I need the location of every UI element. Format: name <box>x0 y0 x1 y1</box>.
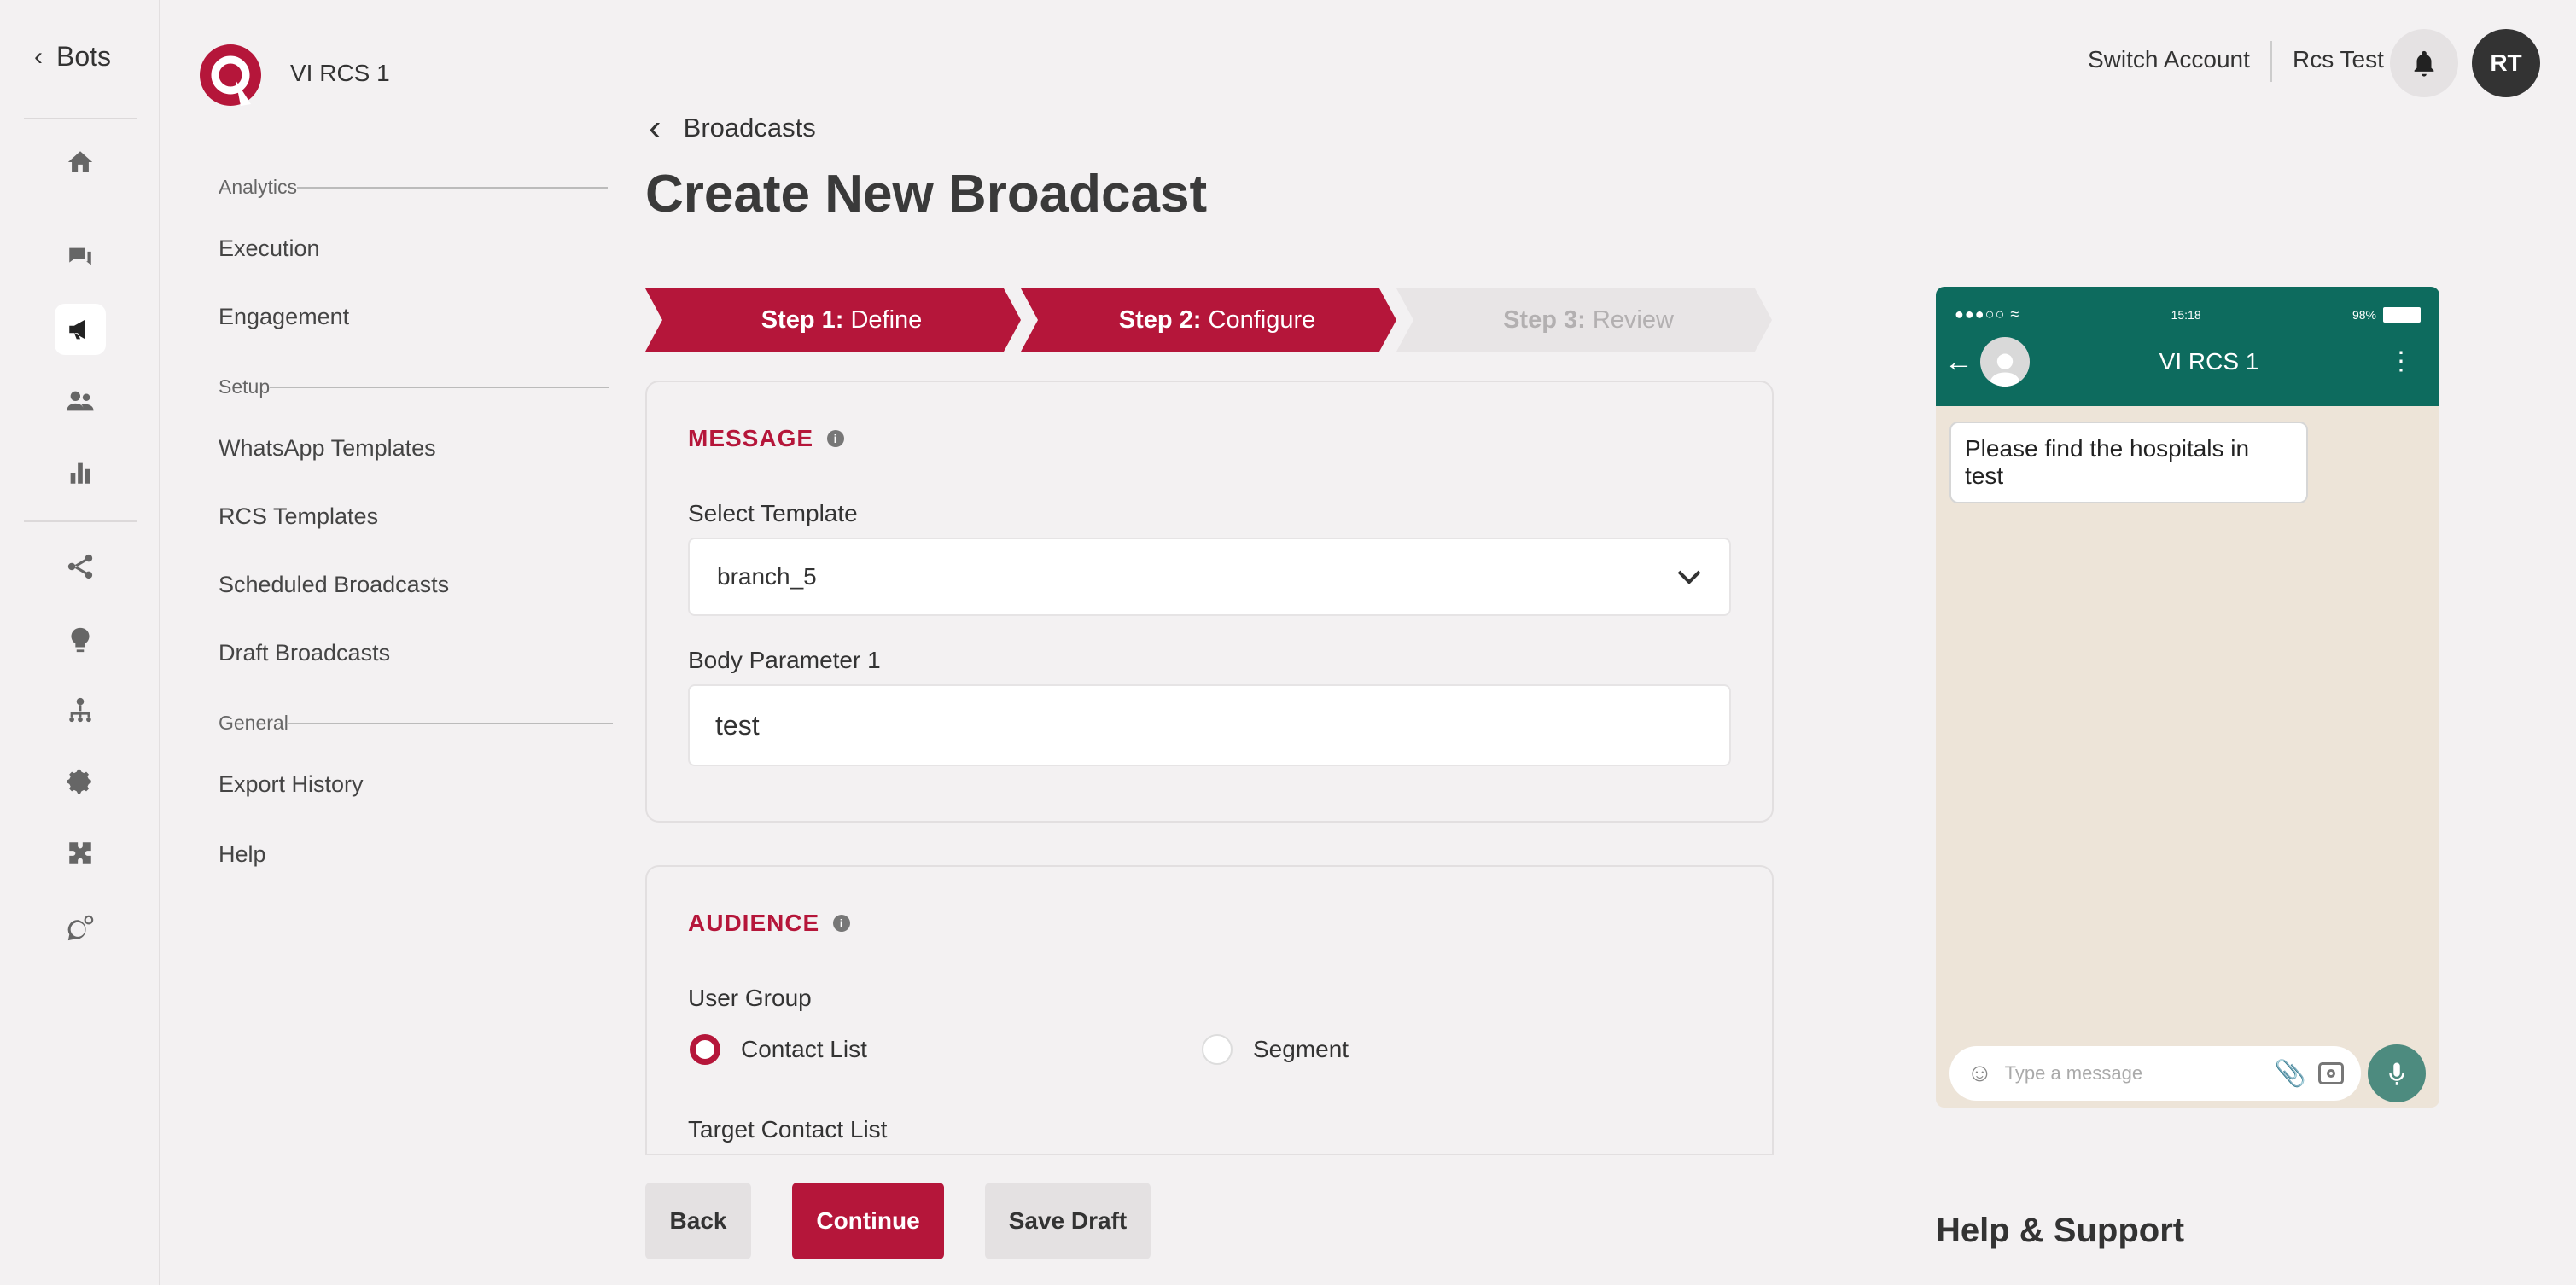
template-select[interactable]: branch_5 <box>688 538 1731 616</box>
rail-broadcast[interactable] <box>55 304 106 355</box>
broadcast-icon <box>69 319 85 340</box>
sidebar-item-whatsapp-templates[interactable]: WhatsApp Templates <box>219 435 436 462</box>
sidebar-item-engagement[interactable]: Engagement <box>219 304 349 330</box>
chat-input[interactable]: ☺ Type a message 📎 <box>1949 1046 2361 1101</box>
whatsapp-settings-icon <box>67 915 94 941</box>
notifications-button[interactable] <box>2390 29 2458 97</box>
arrow-left-icon[interactable]: ← <box>1944 346 1973 379</box>
bot-name: VI RCS 1 <box>290 60 390 86</box>
emoji-icon[interactable]: ☺ <box>1967 1059 1993 1088</box>
user-icon <box>1989 353 2021 387</box>
section-label-general: General <box>219 712 613 735</box>
sidebar-item-help[interactable]: Help <box>219 841 266 868</box>
info-icon[interactable]: i <box>833 915 851 932</box>
users-icon <box>67 391 94 411</box>
breadcrumb-label: Broadcasts <box>683 113 816 142</box>
rail-divider <box>24 520 137 522</box>
save-draft-button[interactable]: Save Draft <box>985 1183 1151 1259</box>
attachment-icon[interactable]: 📎 <box>2275 1059 2306 1089</box>
sidebar-item-rcs-templates[interactable]: RCS Templates <box>219 503 378 530</box>
body-param-input[interactable]: test <box>688 684 1731 766</box>
rail-users[interactable] <box>55 375 106 427</box>
chat-input-placeholder: Type a message <box>2004 1062 2143 1084</box>
signal-icon: ●●●○○ ≈ <box>1955 305 2020 323</box>
sidebar-item-execution[interactable]: Execution <box>219 235 320 262</box>
page-title: Create New Broadcast <box>645 165 1208 224</box>
rail-analytics[interactable] <box>55 447 106 498</box>
step-2[interactable]: Step 2: Configure <box>1038 288 1396 352</box>
battery-icon <box>2382 306 2421 323</box>
message-section-title: MESSAGE i <box>688 425 845 452</box>
stepper: Step 1: Define Step 2: Configure Step 3:… <box>645 288 1774 352</box>
user-group-label: User Group <box>688 985 812 1011</box>
chat-header: ●●●○○ ≈ 15:18 98% ← VI RCS 1 ⋮ <box>1936 287 2439 406</box>
brand-logo <box>200 44 261 106</box>
step-3: Step 3: Review <box>1503 305 1674 334</box>
back-to-bots-link[interactable]: ‹ Bots <box>34 41 111 73</box>
status-time: 15:18 <box>2171 307 2201 322</box>
chevron-down-icon <box>1677 570 1701 584</box>
radio-unselected-icon <box>1202 1034 1233 1065</box>
radio-segment[interactable]: Segment <box>1202 1034 1349 1065</box>
header-divider <box>2270 41 2272 82</box>
audience-section-title: AUDIENCE i <box>688 910 851 937</box>
switch-account-button[interactable]: Switch Account <box>2088 46 2250 73</box>
rail-divider <box>24 118 137 119</box>
status-bar: ●●●○○ ≈ 15:18 98% <box>1955 305 2421 323</box>
gear-icon <box>67 769 91 794</box>
radio-contact-list[interactable]: Contact List <box>690 1034 867 1065</box>
rail-ideas[interactable] <box>55 614 106 666</box>
continue-button[interactable]: Continue <box>792 1183 944 1259</box>
camera-icon[interactable] <box>2318 1062 2344 1084</box>
info-icon[interactable]: i <box>827 430 845 447</box>
mic-button[interactable] <box>2368 1044 2426 1102</box>
radio-selected-icon <box>690 1034 720 1065</box>
chevron-left-icon: ‹ <box>649 107 661 148</box>
rail-chat[interactable] <box>55 232 106 283</box>
contact-name: VI RCS 1 <box>2159 348 2259 375</box>
bar-chart-icon <box>70 462 90 484</box>
hierarchy-icon <box>69 697 91 723</box>
battery-level: 98% <box>2352 307 2376 322</box>
back-label: Bots <box>56 41 112 72</box>
home-icon <box>67 151 93 172</box>
bulb-icon <box>71 627 90 653</box>
target-contact-list-label: Target Contact List <box>688 1116 888 1143</box>
chevron-left-icon: ‹ <box>34 42 43 71</box>
rail-home[interactable] <box>55 137 106 188</box>
more-vertical-icon[interactable]: ⋮ <box>2388 349 2414 375</box>
section-label-analytics: Analytics <box>219 176 609 199</box>
rail-hierarchy[interactable] <box>55 684 106 736</box>
contact-avatar <box>1980 337 2030 387</box>
message-preview: ●●●○○ ≈ 15:18 98% ← VI RCS 1 ⋮ Please fi… <box>1936 287 2439 1108</box>
section-label-setup: Setup <box>219 375 610 398</box>
rail-settings[interactable] <box>55 756 106 807</box>
rail-integrations[interactable] <box>55 828 106 879</box>
breadcrumb[interactable]: ‹ Broadcasts <box>649 107 816 148</box>
body-param-value: test <box>715 709 760 741</box>
chat-title-bar: ← VI RCS 1 ⋮ <box>1936 336 2439 387</box>
bell-icon <box>2414 50 2434 77</box>
mic-icon <box>2389 1062 2404 1085</box>
rail-whatsapp-settings[interactable] <box>55 903 106 954</box>
user-name: Rcs Test <box>2293 46 2384 73</box>
select-template-label: Select Template <box>688 500 858 526</box>
flow-icon <box>67 554 93 579</box>
step-1[interactable]: Step 1: Define <box>662 288 1021 352</box>
sidebar-item-draft-broadcasts[interactable]: Draft Broadcasts <box>219 640 390 666</box>
avatar[interactable]: RT <box>2472 29 2540 97</box>
help-support-title: Help & Support <box>1936 1212 2185 1249</box>
puzzle-icon <box>69 842 91 864</box>
template-select-value: branch_5 <box>717 563 817 590</box>
back-button[interactable]: Back <box>645 1183 751 1259</box>
audience-card <box>645 865 1774 1155</box>
rail-flow[interactable] <box>55 541 106 592</box>
message-bubble: Please find the hospitals in test <box>1949 422 2308 503</box>
chat-icon <box>69 247 91 265</box>
sidebar-item-scheduled-broadcasts[interactable]: Scheduled Broadcasts <box>219 572 449 598</box>
body-param-label: Body Parameter 1 <box>688 647 881 673</box>
sidebar-item-export-history[interactable]: Export History <box>219 771 364 798</box>
